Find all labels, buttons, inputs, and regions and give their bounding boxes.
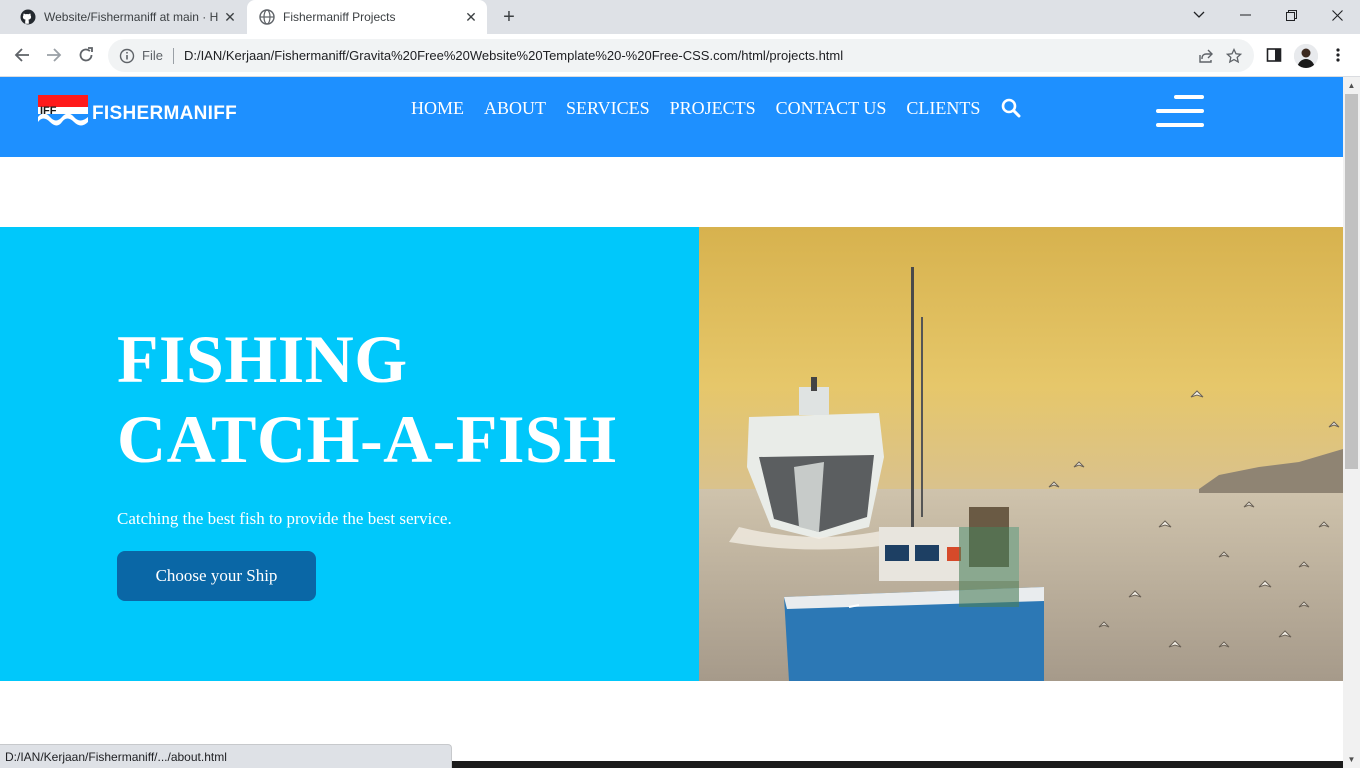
side-panel-icon[interactable] <box>1260 41 1288 69</box>
globe-icon <box>259 9 275 25</box>
choose-ship-button[interactable]: Choose your Ship <box>117 551 316 601</box>
page-scrollbar[interactable]: ▲ ▼ <box>1343 77 1360 768</box>
hero-image-fishing-boats <box>699 227 1343 681</box>
link-status-bubble: D:/IAN/Kerjaan/Fishermaniff/.../about.ht… <box>0 744 452 768</box>
nav-contact-us[interactable]: CONTACT US <box>766 97 897 119</box>
tab-title: Fishermaniff Projects <box>283 10 396 24</box>
close-tab-icon[interactable]: ✕ <box>461 7 481 27</box>
nav-about[interactable]: ABOUT <box>474 97 556 119</box>
scroll-up-arrow-icon[interactable]: ▲ <box>1343 77 1360 94</box>
close-window-icon[interactable] <box>1314 0 1360 30</box>
brand-name: FISHERMANIFF <box>92 103 238 124</box>
nav-projects[interactable]: PROJECTS <box>660 97 766 119</box>
restore-icon[interactable] <box>1268 0 1314 30</box>
reload-icon[interactable] <box>72 41 100 69</box>
search-icon[interactable] <box>1000 97 1022 119</box>
minimize-icon[interactable] <box>1222 0 1268 30</box>
hero-section: FISHING CATCH-A-FISH Catching the best f… <box>0 227 1343 681</box>
scroll-down-arrow-icon[interactable]: ▼ <box>1343 751 1360 768</box>
forward-icon[interactable] <box>40 41 68 69</box>
scrollbar-thumb[interactable] <box>1345 94 1358 469</box>
profile-avatar[interactable] <box>1294 44 1318 68</box>
address-bar[interactable]: File D:/IAN/Kerjaan/Fishermaniff/Gravita… <box>108 39 1254 72</box>
svg-text:IFF: IFF <box>40 105 57 117</box>
hamburger-menu-icon[interactable] <box>1156 95 1204 127</box>
divider <box>172 47 174 64</box>
fishermaniff-logo-icon: IFF <box>38 95 88 133</box>
back-icon[interactable] <box>8 41 36 69</box>
scheme-label: File <box>142 48 163 63</box>
hero-title-line1: FISHING <box>117 321 408 397</box>
url-text[interactable]: D:/IAN/Kerjaan/Fishermaniff/Gravita%20Fr… <box>184 48 1192 63</box>
github-icon <box>20 9 36 25</box>
browser-toolbar: File D:/IAN/Kerjaan/Fishermaniff/Gravita… <box>0 34 1360 77</box>
hero-title: FISHING CATCH-A-FISH <box>117 319 617 479</box>
browser-tab-strip: Website/Fishermaniff at main · H ✕ Fishe… <box>0 0 1360 34</box>
nav-services[interactable]: SERVICES <box>556 97 660 119</box>
browser-tab-projects[interactable]: Fishermaniff Projects ✕ <box>247 0 487 34</box>
share-icon[interactable] <box>1192 42 1220 70</box>
close-tab-icon[interactable]: ✕ <box>220 7 240 27</box>
nav-clients[interactable]: CLIENTS <box>896 97 990 119</box>
bookmark-star-icon[interactable] <box>1220 42 1248 70</box>
hero-subtitle: Catching the best fish to provide the be… <box>117 509 452 528</box>
tab-search-icon[interactable] <box>1176 0 1222 30</box>
site-header: IFF FISHERMANIFF HOME ABOUT SERVICES PRO… <box>0 77 1343 157</box>
info-icon[interactable] <box>118 47 136 65</box>
more-menu-icon[interactable] <box>1324 41 1352 69</box>
hero-text-panel: FISHING CATCH-A-FISH Catching the best f… <box>0 227 699 681</box>
nav-home[interactable]: HOME <box>401 97 474 119</box>
hero-title-line2: CATCH-A-FISH <box>117 401 617 477</box>
tab-title: Website/Fishermaniff at main · H <box>44 10 219 24</box>
page-viewport: IFF FISHERMANIFF HOME ABOUT SERVICES PRO… <box>0 77 1343 768</box>
browser-tab-github[interactable]: Website/Fishermaniff at main · H ✕ <box>8 0 246 34</box>
site-logo[interactable]: IFF FISHERMANIFF <box>38 95 237 133</box>
new-tab-button[interactable]: + <box>498 6 520 28</box>
main-nav: HOME ABOUT SERVICES PROJECTS CONTACT US … <box>401 97 1022 119</box>
